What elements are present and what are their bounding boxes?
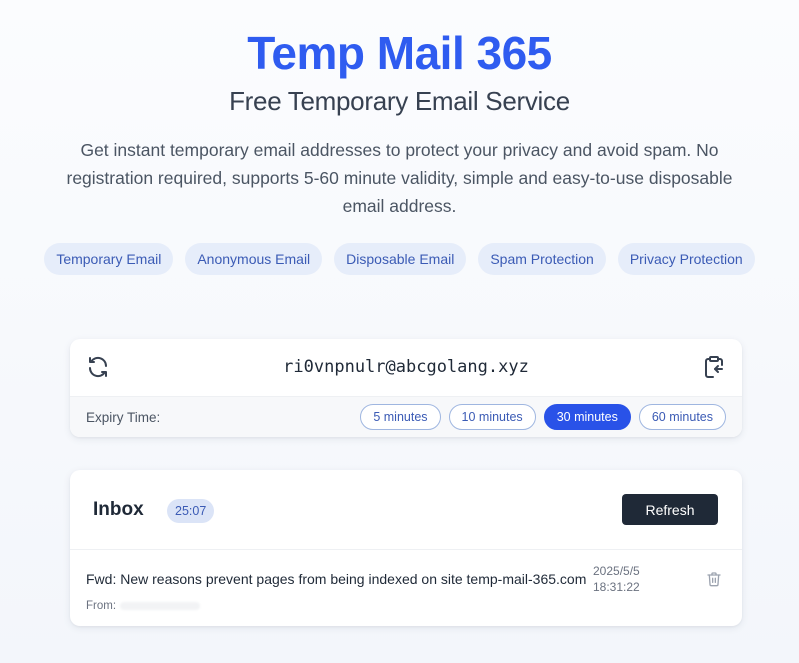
mail-date-time: 18:31:22: [593, 580, 640, 594]
mail-from-label: From:: [86, 600, 117, 612]
expiry-option-5[interactable]: 5 minutes: [360, 404, 441, 430]
expiry-option-60[interactable]: 60 minutes: [638, 404, 726, 430]
mail-date: 2025/5/5 18:31:22: [593, 563, 640, 595]
mail-from: From:: [86, 600, 201, 612]
email-address-row: ri0vnpnulr@abcgolang.xyz: [70, 339, 742, 396]
email-address[interactable]: ri0vnpnulr@abcgolang.xyz: [130, 357, 682, 377]
expiry-row: Expiry Time: 5 minutes 10 minutes 30 min…: [70, 396, 742, 437]
page-description: Get instant temporary email addresses to…: [66, 140, 733, 216]
expiry-options: 5 minutes 10 minutes 30 minutes 60 minut…: [360, 404, 726, 430]
feature-tags: Temporary Email Anonymous Email Disposab…: [0, 243, 799, 275]
trash-icon[interactable]: [706, 571, 722, 587]
refresh-icon[interactable]: [86, 355, 110, 379]
clipboard-copy-icon[interactable]: [702, 355, 726, 379]
list-item[interactable]: Fwd: New reasons prevent pages from bein…: [70, 551, 742, 626]
page-subtitle: Free Temporary Email Service: [229, 86, 570, 116]
expiry-option-10[interactable]: 10 minutes: [448, 404, 536, 430]
tag-disposable-email: Disposable Email: [334, 243, 467, 275]
tag-spam-protection: Spam Protection: [478, 243, 606, 275]
tag-temporary-email: Temporary Email: [44, 243, 174, 275]
mail-date-day: 2025/5/5: [593, 564, 640, 578]
refresh-button[interactable]: Refresh: [622, 494, 718, 525]
email-address-card: ri0vnpnulr@abcgolang.xyz Expiry Time: 5 …: [70, 339, 742, 437]
page-title: Temp Mail 365: [247, 27, 552, 79]
inbox-header: Inbox 25:07 Refresh: [70, 470, 742, 550]
inbox-title: Inbox: [93, 499, 144, 520]
inbox-card: Inbox 25:07 Refresh Fwd: New reasons pre…: [70, 470, 742, 626]
expiry-label: Expiry Time:: [86, 410, 161, 425]
mail-subject: Fwd: New reasons prevent pages from bein…: [86, 571, 587, 587]
timer-badge: 25:07: [167, 499, 215, 523]
expiry-option-30[interactable]: 30 minutes: [543, 404, 631, 430]
tag-anonymous-email: Anonymous Email: [185, 243, 323, 275]
mail-from-redacted: [120, 601, 201, 610]
tag-privacy-protection: Privacy Protection: [617, 243, 755, 275]
